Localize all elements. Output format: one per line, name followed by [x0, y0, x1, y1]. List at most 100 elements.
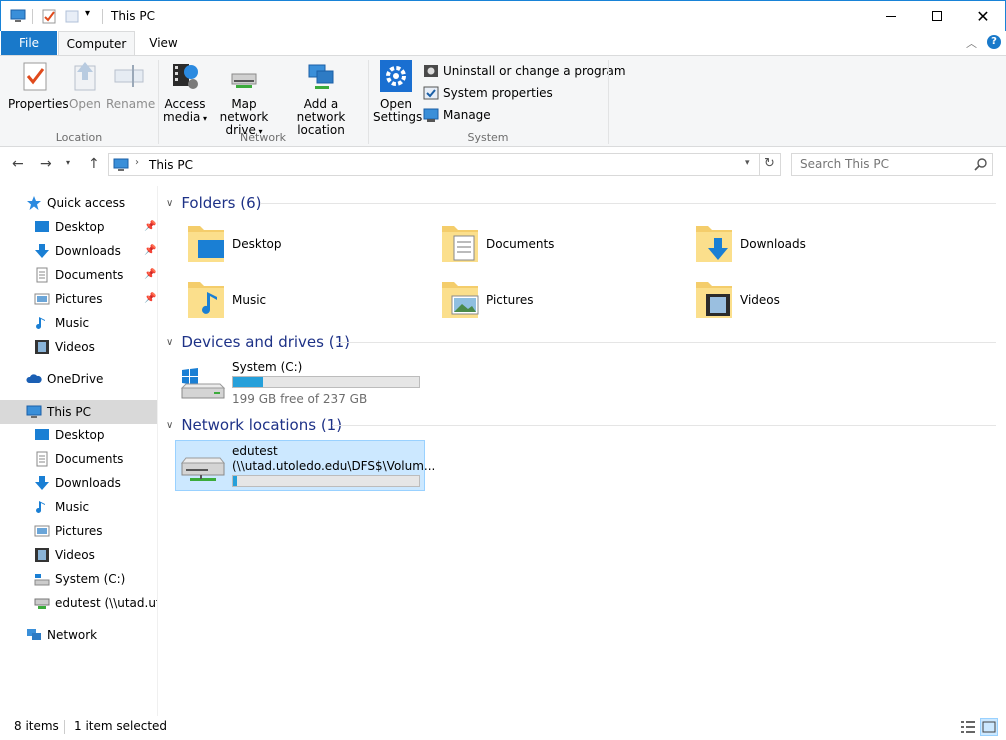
navigation-bar: ← → ▾ ↑ › This PC ▾ ↻ [0, 148, 1006, 182]
nav-pc-edutest[interactable]: edutest (\\utad.utol [34, 592, 157, 614]
nav-qa-pictures[interactable]: Pictures [34, 288, 103, 310]
nav-qa-videos[interactable]: Videos [34, 336, 95, 358]
manage-button[interactable]: Manage [423, 106, 491, 124]
collapse-chevron-icon[interactable]: ∨ [166, 420, 173, 431]
nav-label: Music [55, 316, 90, 330]
properties-quick-icon[interactable] [41, 8, 57, 24]
refresh-icon[interactable]: ↻ [764, 156, 775, 171]
nav-qa-downloads[interactable]: Downloads [34, 240, 121, 262]
nav-label: Desktop [55, 220, 105, 234]
pin-icon[interactable]: 📌 [144, 245, 156, 256]
nav-this-pc[interactable]: This PC [26, 401, 91, 423]
breadcrumb-separator-icon[interactable]: › [135, 157, 139, 168]
uninstall-program-button[interactable]: Uninstall or change a program [423, 62, 626, 80]
search-input[interactable] [800, 157, 970, 171]
collapse-chevron-icon[interactable]: ∨ [166, 198, 173, 209]
access-media-button[interactable]: Access media ▾ [162, 60, 208, 125]
up-arrow-icon[interactable]: ↑ [88, 156, 100, 172]
folder-desktop[interactable]: Desktop [186, 220, 426, 268]
help-icon[interactable]: ? [987, 35, 1001, 49]
group-title: Folders (6) [181, 194, 262, 212]
nav-quick-access[interactable]: Quick access [26, 192, 125, 214]
collapse-chevron-icon[interactable]: ∨ [166, 337, 173, 348]
minimize-button[interactable] [868, 1, 914, 31]
nav-pc-pictures[interactable]: Pictures [34, 520, 103, 542]
add-network-location-button[interactable]: Add a network location [282, 60, 360, 137]
nav-qa-desktop[interactable]: Desktop [34, 216, 105, 238]
selection-count: 1 item selected [74, 719, 168, 733]
devices-group-header[interactable]: ∨ Devices and drives (1) [166, 333, 350, 351]
nav-pc-desktop[interactable]: Desktop [34, 424, 105, 446]
rename-icon [114, 65, 144, 87]
add-location-label-1: Add a network [296, 97, 346, 124]
pin-icon[interactable]: 📌 [144, 221, 156, 232]
network-drive-path: (\\utad.utoledo.edu\DFS$\Volum... [232, 459, 436, 473]
nav-pc-system-c[interactable]: System (C:) [34, 568, 125, 590]
tiles-view-icon[interactable] [980, 718, 998, 736]
folders-group-header[interactable]: ∨ Folders (6) [166, 194, 262, 212]
search-box[interactable] [791, 153, 993, 176]
nav-qa-documents[interactable]: Documents [34, 264, 123, 286]
close-button[interactable]: ✕ [960, 1, 1006, 31]
folder-label: Downloads [740, 237, 806, 251]
breadcrumb-this-pc[interactable]: This PC [149, 158, 193, 172]
tab-file[interactable]: File [1, 31, 57, 55]
folder-label: Documents [486, 237, 555, 251]
nav-pc-music[interactable]: Music [34, 496, 89, 518]
nav-label: OneDrive [47, 372, 104, 386]
drive-system-c[interactable]: System (C:) 199 GB free of 237 GB [176, 358, 426, 410]
folder-label: Pictures [486, 293, 534, 307]
forward-arrow-icon[interactable]: → [40, 156, 52, 172]
properties-button[interactable]: Properties [8, 60, 69, 111]
tab-view[interactable]: View [136, 31, 191, 55]
nav-label: Desktop [55, 428, 105, 442]
star-icon [27, 196, 41, 210]
nav-qa-music[interactable]: Music [34, 312, 89, 334]
customize-toolbar-icon[interactable]: ▾ [85, 8, 90, 19]
search-icon[interactable] [974, 158, 987, 171]
folder-music[interactable]: Music [186, 276, 426, 324]
desktop-icon [35, 429, 49, 440]
collapse-ribbon-icon[interactable]: ︿ [966, 35, 977, 51]
network-drive-edutest[interactable]: edutest (\\utad.utoledo.edu\DFS$\Volum..… [175, 440, 435, 491]
nav-label: Videos [55, 340, 95, 354]
address-dropdown-icon[interactable]: ▾ [745, 158, 750, 168]
folder-videos[interactable]: Videos [694, 276, 934, 324]
this-pc-icon[interactable] [10, 8, 26, 24]
nav-onedrive[interactable]: OneDrive [26, 368, 103, 390]
music-folder-icon [188, 282, 224, 318]
nav-label: Pictures [55, 292, 103, 306]
folder-pictures[interactable]: Pictures [440, 276, 680, 324]
address-bar[interactable]: › This PC ▾ ↻ [108, 153, 781, 176]
details-view-icon[interactable] [960, 720, 976, 734]
status-bar: 8 items 1 item selected [0, 716, 1006, 740]
pictures-icon [34, 293, 50, 305]
nav-pc-documents[interactable]: Documents [34, 448, 123, 470]
recent-locations-icon[interactable]: ▾ [66, 158, 70, 167]
nav-label: System (C:) [55, 572, 126, 586]
nav-pc-videos[interactable]: Videos [34, 544, 95, 566]
nav-label: Videos [55, 548, 95, 562]
nav-pc-downloads[interactable]: Downloads [34, 472, 121, 494]
network-locations-group-header[interactable]: ∨ Network locations (1) [166, 416, 342, 434]
system-properties-button[interactable]: System properties [423, 84, 553, 102]
music-note-icon [36, 501, 45, 513]
rename-button[interactable]: Rename [106, 60, 155, 111]
nav-network[interactable]: Network [26, 624, 97, 646]
network-drive-name: edutest [232, 444, 278, 458]
group-title: Devices and drives (1) [181, 333, 350, 351]
ribbon-tabs: File Computer View ︿ ? [0, 31, 1006, 56]
back-arrow-icon[interactable]: ← [12, 156, 24, 172]
new-folder-quick-icon[interactable] [64, 8, 80, 24]
folder-downloads[interactable]: Downloads [694, 220, 934, 268]
map-network-drive-button[interactable]: Map network drive ▾ [208, 60, 280, 138]
folder-documents[interactable]: Documents [440, 220, 680, 268]
maximize-button[interactable] [914, 1, 960, 31]
network-drive-icon [180, 457, 226, 481]
drive-free-space: 199 GB free of 237 GB [232, 392, 368, 406]
pin-icon[interactable]: 📌 [144, 269, 156, 280]
open-button[interactable]: Open [66, 60, 104, 111]
open-settings-button[interactable]: Open Settings [373, 60, 422, 124]
tab-computer[interactable]: Computer [58, 31, 135, 56]
pin-icon[interactable]: 📌 [144, 293, 156, 304]
